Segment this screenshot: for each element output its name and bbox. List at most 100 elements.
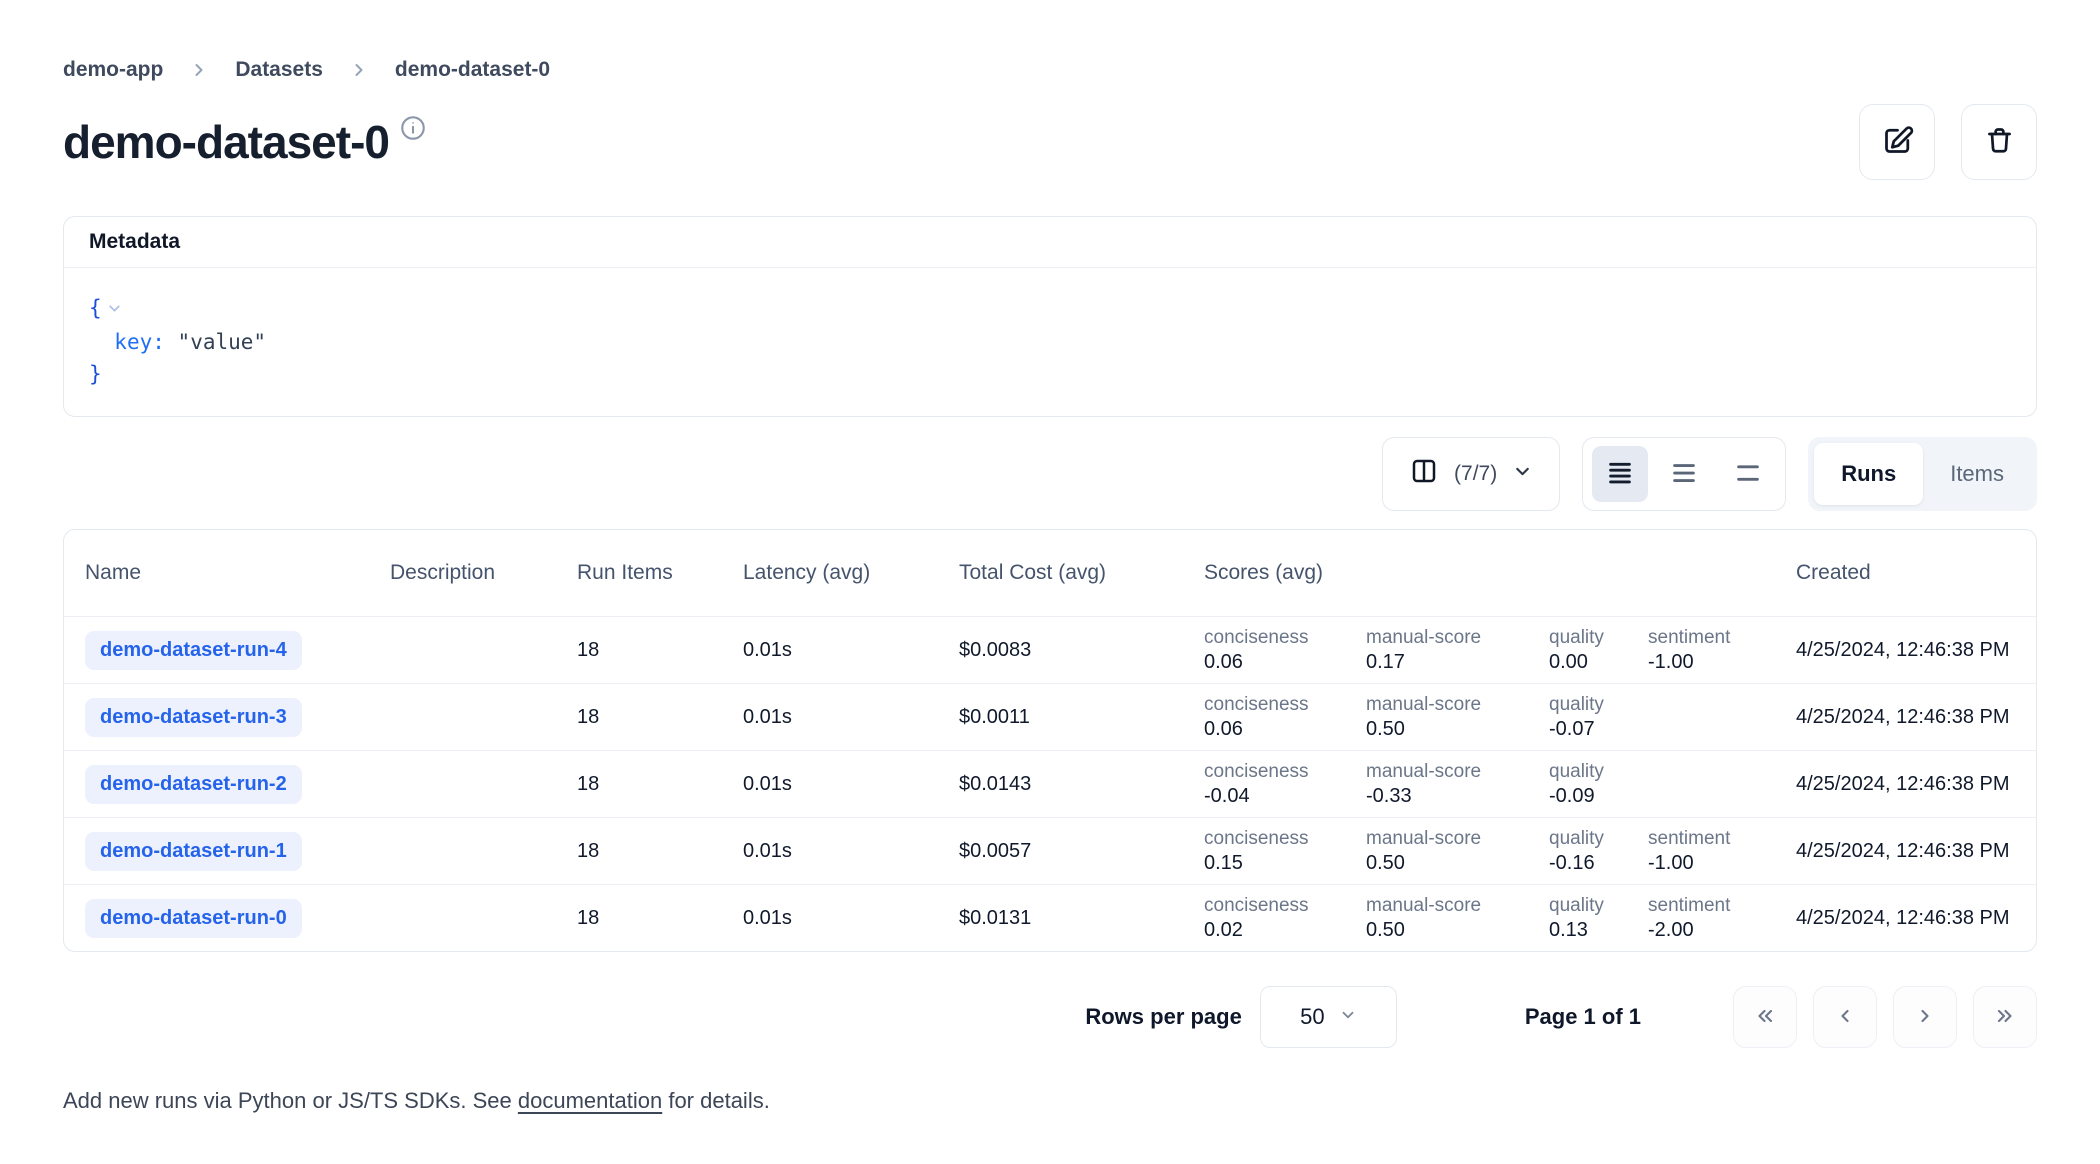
dataset-detail-page: demo-app Datasets demo-dataset-0 demo-da… <box>0 0 2100 1164</box>
table-row: demo-dataset-run-0180.01s$0.0131concisen… <box>64 884 2036 951</box>
cell-latency: 0.01s <box>743 907 959 930</box>
score-name: sentiment <box>1648 627 1796 649</box>
page-header: demo-dataset-0 <box>63 104 2037 180</box>
json-close-brace: } <box>89 358 102 390</box>
row-height-small-button[interactable] <box>1592 446 1648 502</box>
score-value: -1.00 <box>1648 852 1796 875</box>
score-value: 0.13 <box>1549 919 1648 942</box>
breadcrumb: demo-app Datasets demo-dataset-0 <box>63 58 2037 82</box>
json-open-brace: { <box>89 292 102 324</box>
run-name-link[interactable]: demo-dataset-run-0 <box>85 899 302 938</box>
column-header-scores[interactable]: Scores (avg) <box>1204 561 1796 585</box>
score-name: sentiment <box>1648 828 1796 850</box>
score-cell: manual-score-0.33 <box>1366 751 1549 817</box>
score-value: 0.50 <box>1366 718 1549 741</box>
cell-run-items: 18 <box>577 706 743 729</box>
rows-dense-icon <box>1605 458 1635 491</box>
score-name: conciseness <box>1204 761 1366 783</box>
column-header-run-items[interactable]: Run Items <box>577 561 743 585</box>
cell-created: 4/25/2024, 12:46:38 PM <box>1796 907 2036 930</box>
score-cell: conciseness0.06 <box>1204 617 1366 683</box>
tab-items[interactable]: Items <box>1923 443 2031 505</box>
cell-created: 4/25/2024, 12:46:38 PM <box>1796 840 2036 863</box>
column-visibility-button[interactable]: (7/7) <box>1382 437 1560 511</box>
score-value: 0.00 <box>1549 651 1648 674</box>
rows-medium-icon <box>1669 458 1699 491</box>
cell-run-items: 18 <box>577 840 743 863</box>
cell-scores: conciseness-0.04manual-score-0.33quality… <box>1204 751 1796 817</box>
score-cell: sentiment-1.00 <box>1648 617 1796 683</box>
score-name: manual-score <box>1366 895 1549 917</box>
documentation-link[interactable]: documentation <box>518 1088 662 1113</box>
last-page-button[interactable] <box>1973 986 2037 1048</box>
run-name-link[interactable]: demo-dataset-run-3 <box>85 698 302 737</box>
cell-total-cost: $0.0083 <box>959 639 1204 662</box>
score-value: 0.50 <box>1366 919 1549 942</box>
column-header-created[interactable]: Created <box>1796 561 2036 585</box>
tab-runs[interactable]: Runs <box>1814 443 1923 505</box>
breadcrumb-item-datasets[interactable]: Datasets <box>235 58 323 82</box>
table-row: demo-dataset-run-3180.01s$0.0011concisen… <box>64 683 2036 750</box>
cell-total-cost: $0.0131 <box>959 907 1204 930</box>
row-height-large-button[interactable] <box>1720 446 1776 502</box>
collapse-chevron-icon[interactable] <box>106 294 123 326</box>
rows-large-icon <box>1733 458 1763 491</box>
run-name-link[interactable]: demo-dataset-run-1 <box>85 832 302 871</box>
metadata-json-viewer: { key: "value" } <box>64 268 2036 416</box>
score-name: conciseness <box>1204 895 1366 917</box>
score-name: manual-score <box>1366 761 1549 783</box>
rows-per-page-value: 50 <box>1300 1004 1324 1030</box>
row-height-toggle-group <box>1582 437 1786 511</box>
score-cell: quality-0.07 <box>1549 684 1648 750</box>
column-header-name[interactable]: Name <box>64 561 390 585</box>
column-header-total-cost[interactable]: Total Cost (avg) <box>959 561 1204 585</box>
cell-latency: 0.01s <box>743 840 959 863</box>
metadata-card-title: Metadata <box>64 217 2036 268</box>
run-name-link[interactable]: demo-dataset-run-2 <box>85 765 302 804</box>
column-header-description[interactable]: Description <box>390 561 577 585</box>
score-cell: conciseness0.06 <box>1204 684 1366 750</box>
breadcrumb-item-project[interactable]: demo-app <box>63 58 163 82</box>
score-cell: manual-score0.50 <box>1366 885 1549 951</box>
score-cell: quality-0.09 <box>1549 751 1648 817</box>
score-cell: manual-score0.17 <box>1366 617 1549 683</box>
previous-page-button[interactable] <box>1813 986 1877 1048</box>
edit-icon <box>1881 124 1914 160</box>
score-cell: quality0.13 <box>1549 885 1648 951</box>
score-value: -0.33 <box>1366 785 1549 808</box>
delete-dataset-button[interactable] <box>1961 104 2037 180</box>
trash-icon <box>1984 125 2015 159</box>
edit-dataset-button[interactable] <box>1859 104 1935 180</box>
cell-run-items: 18 <box>577 639 743 662</box>
column-header-latency[interactable]: Latency (avg) <box>743 561 959 585</box>
metadata-card: Metadata { key: "value" } <box>63 216 2037 417</box>
pager-buttons <box>1733 986 2037 1048</box>
column-count-label: (7/7) <box>1454 462 1497 486</box>
header-actions <box>1859 104 2037 180</box>
score-name: quality <box>1549 694 1648 716</box>
table-row: demo-dataset-run-1180.01s$0.0057concisen… <box>64 817 2036 884</box>
score-value: 0.02 <box>1204 919 1366 942</box>
score-name: quality <box>1549 761 1648 783</box>
score-value: -2.00 <box>1648 919 1796 942</box>
json-colon: : <box>152 326 165 358</box>
score-value: -1.00 <box>1648 651 1796 674</box>
cell-scores: conciseness0.06manual-score0.17quality0.… <box>1204 617 1796 683</box>
score-name: quality <box>1549 895 1648 917</box>
runs-table: Name Description Run Items Latency (avg)… <box>63 529 2037 952</box>
run-name-link[interactable]: demo-dataset-run-4 <box>85 631 302 670</box>
row-height-medium-button[interactable] <box>1656 446 1712 502</box>
chevron-right-icon <box>189 60 209 80</box>
score-value: -0.04 <box>1204 785 1366 808</box>
runs-items-tabs: Runs Items <box>1808 437 2037 511</box>
chevrons-right-icon <box>1993 1004 2017 1031</box>
cell-created: 4/25/2024, 12:46:38 PM <box>1796 773 2036 796</box>
chevron-left-icon <box>1833 1004 1857 1031</box>
pagination-bar: Rows per page 50 Page 1 of 1 <box>63 986 2037 1048</box>
score-cell: conciseness0.02 <box>1204 885 1366 951</box>
table-toolbar: (7/7) Runs Items <box>63 437 2037 511</box>
info-icon[interactable] <box>399 114 427 147</box>
first-page-button[interactable] <box>1733 986 1797 1048</box>
rows-per-page-select[interactable]: 50 <box>1260 986 1397 1048</box>
next-page-button[interactable] <box>1893 986 1957 1048</box>
